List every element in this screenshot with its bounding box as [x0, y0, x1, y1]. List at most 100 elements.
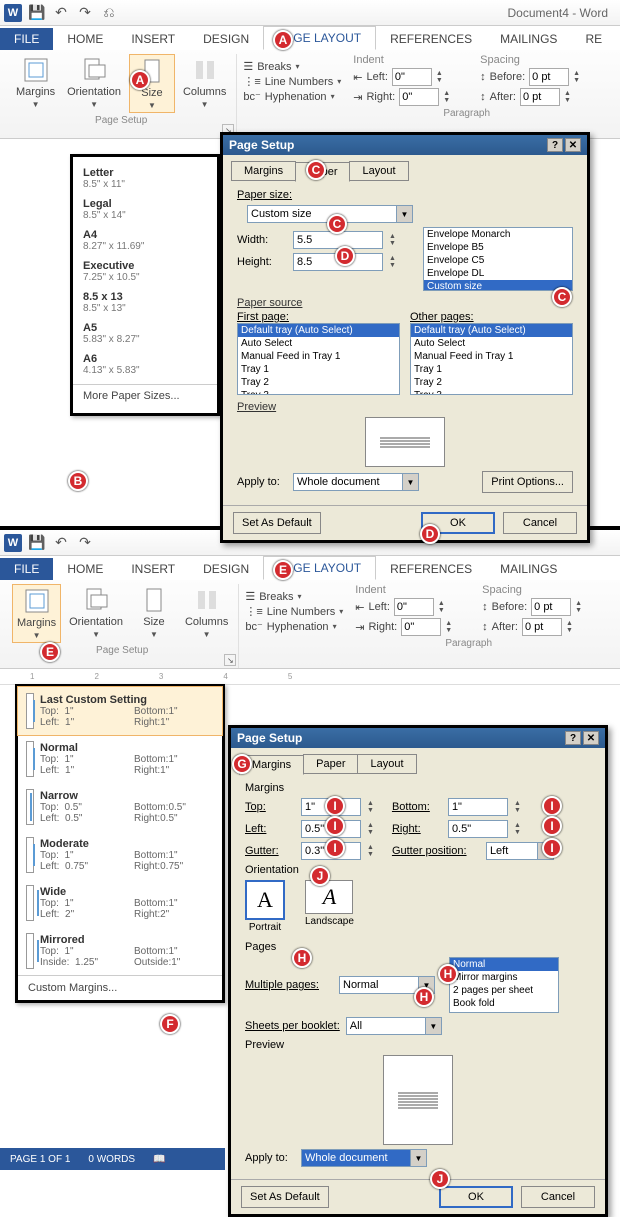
spinner-icon[interactable]: ▲▼ [367, 844, 374, 858]
paper-size-listbox[interactable]: Envelope MonarchEnvelope B5Envelope C5En… [423, 227, 573, 291]
margin-option[interactable]: WideTop: 1"Bottom:1"Left: 2"Right:2" [18, 879, 222, 927]
spinner-icon[interactable]: ▲▼ [573, 70, 580, 84]
margin-right-input[interactable] [448, 820, 508, 838]
spinner-icon[interactable]: ▲▼ [564, 90, 571, 104]
spinner-icon[interactable]: ▲▼ [566, 620, 573, 634]
line-numbers-button[interactable]: ⋮≡Line Numbers ▾ [243, 75, 341, 88]
indent-right-input[interactable] [401, 618, 441, 636]
spinner-icon[interactable]: ▲▼ [443, 90, 450, 104]
size-button[interactable]: Size▼ [131, 584, 177, 641]
spacing-before-input[interactable] [529, 68, 569, 86]
margins-button[interactable]: Margins▼ [12, 584, 61, 643]
tab-design[interactable]: DESIGN [189, 28, 263, 50]
tab-references[interactable]: REFERENCES [376, 28, 486, 50]
size-option[interactable]: Legal8.5" x 14" [73, 194, 217, 225]
dialog-tab-paper[interactable]: Paper [303, 754, 358, 774]
margins-button[interactable]: Margins▼ [12, 54, 59, 111]
apply-to-combo[interactable] [301, 1149, 411, 1167]
size-option[interactable]: 8.5 x 138.5" x 13" [73, 287, 217, 318]
tab-insert[interactable]: INSERT [117, 558, 189, 580]
margin-bottom-input[interactable] [448, 798, 508, 816]
margin-option[interactable]: NarrowTop: 0.5"Bottom:0.5"Left: 0.5"Righ… [18, 783, 222, 831]
breaks-button[interactable]: ☰Breaks ▾ [245, 590, 343, 603]
dialog-tab-layout[interactable]: Layout [357, 754, 416, 774]
size-option[interactable]: A64.13" x 5.83" [73, 349, 217, 380]
spinner-icon[interactable]: ▲▼ [367, 800, 374, 814]
tab-home[interactable]: HOME [53, 28, 117, 50]
tab-home[interactable]: HOME [53, 558, 117, 580]
close-icon[interactable]: ✕ [583, 731, 599, 745]
multiple-pages-listbox[interactable]: NormalMirror margins2 pages per sheetBoo… [449, 957, 559, 1013]
spinner-icon[interactable]: ▲▼ [436, 70, 443, 84]
chevron-down-icon[interactable]: ▼ [411, 1149, 427, 1167]
spinner-icon[interactable]: ▲▼ [445, 620, 452, 634]
spinner-icon[interactable]: ▲▼ [514, 822, 521, 836]
chevron-down-icon[interactable]: ▼ [403, 473, 419, 491]
tab-mailings[interactable]: MAILINGS [486, 28, 571, 50]
page-setup-launcher-icon[interactable]: ↘ [224, 654, 236, 666]
indent-left-input[interactable] [392, 68, 432, 86]
save-icon[interactable]: 💾 [28, 4, 46, 22]
tab-mailings[interactable]: MAILINGS [486, 558, 571, 580]
landscape-option[interactable]: ALandscape [305, 880, 354, 933]
other-pages-listbox[interactable]: Default tray (Auto Select)Auto SelectMan… [410, 323, 573, 395]
margin-option[interactable]: NormalTop: 1"Bottom:1"Left: 1"Right:1" [18, 735, 222, 783]
first-page-listbox[interactable]: Default tray (Auto Select)Auto SelectMan… [237, 323, 400, 395]
chevron-down-icon[interactable]: ▼ [426, 1017, 442, 1035]
print-options-button[interactable]: Print Options... [482, 471, 573, 493]
tab-insert[interactable]: INSERT [117, 28, 189, 50]
portrait-option[interactable]: APortrait [245, 880, 285, 933]
margin-option[interactable]: ModerateTop: 1"Bottom:1"Left: 0.75"Right… [18, 831, 222, 879]
spinner-icon[interactable]: ▲▼ [367, 822, 374, 836]
more-paper-sizes[interactable]: More Paper Sizes... [73, 384, 217, 407]
size-option[interactable]: A55.83" x 8.27" [73, 318, 217, 349]
breaks-button[interactable]: ☰Breaks ▾ [243, 60, 341, 73]
undo-icon[interactable]: ↶ [52, 534, 70, 552]
save-icon[interactable]: 💾 [28, 534, 46, 552]
help-icon[interactable]: ? [565, 731, 581, 745]
tab-file[interactable]: FILE [0, 28, 53, 50]
spinner-icon[interactable]: ▲▼ [514, 800, 521, 814]
chevron-down-icon[interactable]: ▼ [397, 205, 413, 223]
size-option[interactable]: Letter8.5" x 11" [73, 163, 217, 194]
tab-references[interactable]: REFERENCES [376, 558, 486, 580]
tab-re[interactable]: RE [571, 28, 616, 50]
dialog-tab-margins[interactable]: Margins [231, 161, 296, 181]
status-page[interactable]: PAGE 1 OF 1 [10, 1154, 70, 1165]
spacing-before-input[interactable] [531, 598, 571, 616]
size-option[interactable]: Executive7.25" x 10.5" [73, 256, 217, 287]
tab-file[interactable]: FILE [0, 558, 53, 580]
size-option[interactable]: A48.27" x 11.69" [73, 225, 217, 256]
apply-to-combo[interactable] [293, 473, 403, 491]
dialog-tab-layout[interactable]: Layout [349, 161, 408, 181]
redo-icon[interactable]: ↷ [76, 4, 94, 22]
columns-button[interactable]: Columns▼ [179, 54, 230, 111]
spinner-icon[interactable]: ▲▼ [575, 600, 582, 614]
columns-button[interactable]: Columns▼ [181, 584, 232, 641]
margin-option[interactable]: Last Custom SettingTop: 1"Bottom:1"Left:… [17, 686, 223, 736]
redo-icon[interactable]: ↷ [76, 534, 94, 552]
close-icon[interactable]: ✕ [565, 138, 581, 152]
line-numbers-button[interactable]: ⋮≡Line Numbers ▾ [245, 605, 343, 618]
margin-option[interactable]: MirroredTop: 1"Bottom:1"Inside: 1.25"Out… [18, 927, 222, 975]
multiple-pages-combo[interactable] [339, 976, 419, 994]
cancel-button[interactable]: Cancel [521, 1186, 595, 1208]
ok-button[interactable]: OK [439, 1186, 513, 1208]
hyphenation-button[interactable]: bc⁻Hyphenation ▾ [243, 90, 341, 103]
status-words[interactable]: 0 WORDS [88, 1154, 135, 1165]
set-as-default-button[interactable]: Set As Default [241, 1186, 329, 1208]
indent-left-input[interactable] [394, 598, 434, 616]
orientation-button[interactable]: Orientation▼ [63, 54, 125, 111]
gutter-position-combo[interactable] [486, 842, 538, 860]
hyphenation-button[interactable]: bc⁻Hyphenation ▾ [245, 620, 343, 633]
indent-right-input[interactable] [399, 88, 439, 106]
orientation-button[interactable]: Orientation▼ [65, 584, 127, 641]
custom-margins[interactable]: Custom Margins... [18, 975, 222, 1000]
indent-right-field[interactable]: ⇥Right:▲▼ [353, 88, 450, 106]
undo-icon[interactable]: ↶ [52, 4, 70, 22]
sheets-per-booklet-combo[interactable] [346, 1017, 426, 1035]
spacing-after-input[interactable] [522, 618, 562, 636]
repeat-icon[interactable]: ⎌ [100, 4, 118, 22]
spacing-before-field[interactable]: ↕Before:▲▼ [480, 68, 580, 86]
indent-left-field[interactable]: ⇤Left:▲▼ [353, 68, 450, 86]
